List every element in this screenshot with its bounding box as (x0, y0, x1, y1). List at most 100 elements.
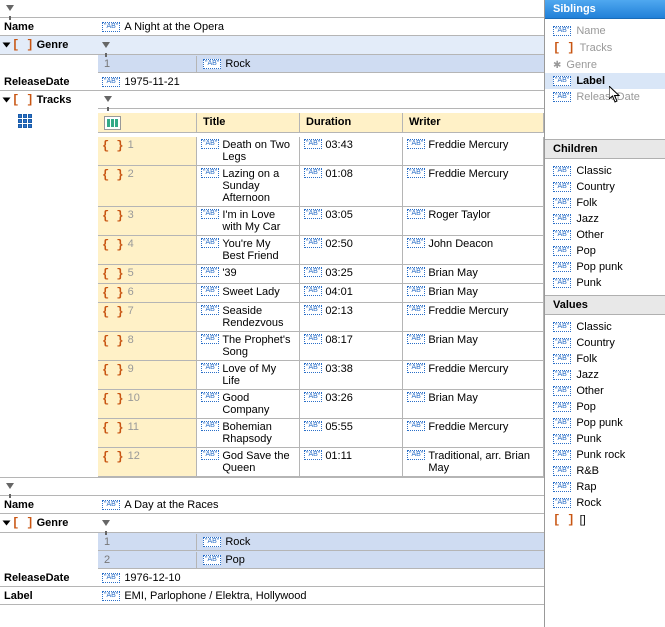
value-item[interactable]: "AB"R&B (545, 463, 665, 479)
collapse-toggle-icon[interactable] (3, 521, 11, 526)
track-duration[interactable]: 02:13 (325, 305, 353, 317)
filter-icon[interactable] (102, 520, 110, 526)
track-duration[interactable]: 03:05 (325, 209, 353, 221)
track-duration[interactable]: 03:25 (325, 267, 353, 279)
track-writer[interactable]: Brian May (428, 392, 478, 404)
value-item[interactable]: "AB"Folk (545, 351, 665, 367)
track-row[interactable]: { }6"AB"Sweet Lady"AB"04:01"AB"Brian May (98, 284, 544, 303)
child-item[interactable]: "AB"Punk (545, 275, 665, 291)
genre-value[interactable]: Rock (225, 58, 250, 70)
child-item[interactable]: "AB"Pop punk (545, 259, 665, 275)
filter-row[interactable] (0, 0, 544, 18)
column-duration[interactable]: Duration (300, 113, 403, 132)
track-duration[interactable]: 08:17 (325, 334, 353, 346)
track-writer[interactable]: Freddie Mercury (428, 421, 508, 433)
track-duration[interactable]: 05:55 (325, 421, 353, 433)
track-row[interactable]: { }8"AB"The Prophet's Song"AB"08:17"AB"B… (98, 332, 544, 361)
tracks-row[interactable]: [ ]Tracks Title Duration Writer { }1"AB"… (0, 91, 544, 478)
track-duration[interactable]: 03:43 (325, 139, 353, 151)
track-title[interactable]: Sweet Lady (222, 286, 279, 298)
child-item[interactable]: "AB"Classic (545, 163, 665, 179)
value-item[interactable]: "AB"Rock (545, 495, 665, 511)
track-duration[interactable]: 03:38 (325, 363, 353, 375)
track-writer[interactable]: Traditional, arr. Brian May (428, 450, 539, 474)
child-item[interactable]: "AB"Country (545, 179, 665, 195)
values-list[interactable]: "AB"Classic"AB"Country"AB"Folk"AB"Jazz"A… (545, 315, 665, 627)
value-item-array[interactable]: [ ][] (545, 511, 665, 529)
name-row[interactable]: Name "AB"A Night at the Opera (0, 18, 544, 36)
track-title[interactable]: Love of My Life (222, 363, 295, 387)
track-writer[interactable]: Roger Taylor (428, 209, 490, 221)
track-row[interactable]: { }3"AB"I'm in Love with My Car"AB"03:05… (98, 207, 544, 236)
track-row[interactable]: { }2"AB"Lazing on a Sunday Afternoon"AB"… (98, 166, 544, 207)
value-item[interactable]: "AB"Jazz (545, 367, 665, 383)
track-row[interactable]: { }5"AB"'39"AB"03:25"AB"Brian May (98, 265, 544, 284)
track-writer[interactable]: Freddie Mercury (428, 363, 508, 375)
genre-item[interactable]: 1"AB"Rock (98, 533, 544, 551)
track-title[interactable]: Good Company (222, 392, 295, 416)
sibling-item[interactable]: [ ]Tracks (545, 39, 665, 57)
value-item[interactable]: "AB"Punk rock (545, 447, 665, 463)
genre-item[interactable]: 2"AB"Pop (98, 551, 544, 569)
track-writer[interactable]: Brian May (428, 267, 478, 279)
value-item[interactable]: "AB"Other (545, 383, 665, 399)
track-title[interactable]: The Prophet's Song (222, 334, 295, 358)
label-value[interactable]: EMI, Parlophone / Elektra, Hollywood (124, 590, 306, 602)
track-title[interactable]: Lazing on a Sunday Afternoon (222, 168, 295, 204)
track-title[interactable]: Bohemian Rhapsody (222, 421, 295, 445)
value-item[interactable]: "AB"Rap (545, 479, 665, 495)
table-view-icon[interactable] (18, 114, 32, 128)
value-item[interactable]: "AB"Pop punk (545, 415, 665, 431)
column-switch-icon[interactable] (104, 116, 121, 130)
track-writer[interactable]: Freddie Mercury (428, 305, 508, 317)
collapse-toggle-icon[interactable] (3, 43, 11, 48)
value-item[interactable]: "AB"Classic (545, 319, 665, 335)
track-duration[interactable]: 01:08 (325, 168, 353, 180)
track-row[interactable]: { }7"AB"Seaside Rendezvous"AB"02:13"AB"F… (98, 303, 544, 332)
track-writer[interactable]: Freddie Mercury (428, 168, 508, 180)
track-writer[interactable]: Freddie Mercury (428, 139, 508, 151)
releasedate-value[interactable]: 1976-12-10 (124, 572, 180, 584)
child-item[interactable]: "AB"Folk (545, 195, 665, 211)
track-duration[interactable]: 04:01 (325, 286, 353, 298)
child-item[interactable]: "AB"Pop (545, 243, 665, 259)
track-row[interactable]: { }9"AB"Love of My Life"AB"03:38"AB"Fred… (98, 361, 544, 390)
genre-item[interactable]: 1"AB"Rock (98, 55, 544, 73)
track-row[interactable]: { }10"AB"Good Company"AB"03:26"AB"Brian … (98, 390, 544, 419)
genre-value[interactable]: Pop (225, 554, 245, 566)
track-title[interactable]: Death on Two Legs (222, 139, 295, 163)
column-title[interactable]: Title (197, 113, 300, 132)
child-item[interactable]: "AB"Other (545, 227, 665, 243)
track-duration[interactable]: 03:26 (325, 392, 353, 404)
track-title[interactable]: God Save the Queen (222, 450, 295, 474)
column-writer[interactable]: Writer (403, 113, 544, 132)
releasedate-row[interactable]: ReleaseDate "AB"1976-12-10 (0, 569, 544, 587)
track-row[interactable]: { }11"AB"Bohemian Rhapsody"AB"05:55"AB"F… (98, 419, 544, 448)
child-item[interactable]: "AB"Jazz (545, 211, 665, 227)
name-value[interactable]: A Night at the Opera (124, 21, 224, 33)
sibling-item[interactable]: "AB"Name (545, 23, 665, 39)
track-duration[interactable]: 01:11 (325, 450, 352, 462)
track-writer[interactable]: Brian May (428, 334, 478, 346)
track-title[interactable]: I'm in Love with My Car (222, 209, 295, 233)
track-row[interactable]: { }12"AB"God Save the Queen"AB"01:11"AB"… (98, 448, 544, 477)
track-title[interactable]: You're My Best Friend (222, 238, 295, 262)
releasedate-value[interactable]: 1975-11-21 (124, 76, 179, 88)
genre-value[interactable]: Rock (225, 536, 250, 548)
track-writer[interactable]: John Deacon (428, 238, 493, 250)
siblings-list[interactable]: "AB"Name[ ]Tracks✱Genre"AB"Label"AB"Rele… (545, 19, 665, 109)
track-row[interactable]: { }1"AB"Death on Two Legs"AB"03:43"AB"Fr… (98, 137, 544, 166)
children-list[interactable]: "AB"Classic"AB"Country"AB"Folk"AB"Jazz"A… (545, 159, 665, 295)
track-writer[interactable]: Brian May (428, 286, 478, 298)
filter-icon[interactable] (104, 96, 112, 102)
releasedate-row[interactable]: ReleaseDate "AB"1975-11-21 (0, 73, 544, 91)
value-item[interactable]: "AB"Punk (545, 431, 665, 447)
name-row[interactable]: Name "AB"A Day at the Races (0, 496, 544, 514)
track-duration[interactable]: 02:50 (325, 238, 353, 250)
editor-pane[interactable]: Name "AB"A Night at the Opera [ ]Genre 1… (0, 0, 545, 627)
name-value[interactable]: A Day at the Races (124, 499, 218, 511)
label-row[interactable]: Label "AB"EMI, Parlophone / Elektra, Hol… (0, 587, 544, 605)
track-title[interactable]: Seaside Rendezvous (222, 305, 295, 329)
genre-row[interactable]: [ ]Genre (0, 514, 544, 533)
sibling-item[interactable]: ✱Genre (545, 57, 665, 73)
